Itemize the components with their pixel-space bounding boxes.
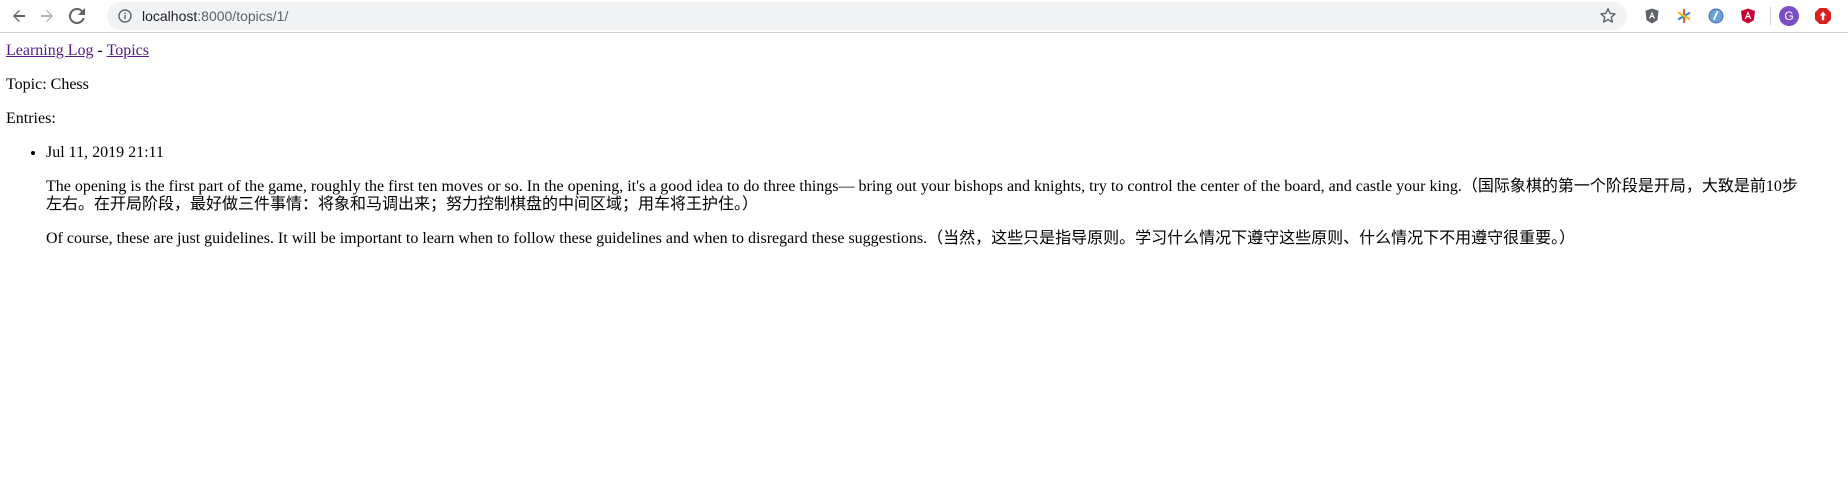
star-icon[interactable] bbox=[1599, 7, 1617, 25]
asterisk-extension-icon bbox=[1677, 9, 1691, 23]
topics-link[interactable]: Topics bbox=[107, 42, 149, 59]
angular-extension-button[interactable] bbox=[1736, 4, 1760, 28]
asterisk-extension-button[interactable] bbox=[1672, 4, 1696, 28]
profile-avatar[interactable]: G bbox=[1779, 6, 1799, 26]
url-path: :8000/topics/1/ bbox=[197, 8, 289, 24]
url-text[interactable]: localhost:8000/topics/1/ bbox=[142, 8, 288, 24]
list-item: Jul 11, 2019 21:11 The opening is the fi… bbox=[46, 144, 1842, 248]
entry-paragraph: The opening is the first part of the gam… bbox=[46, 178, 1798, 213]
breadcrumb-separator: - bbox=[93, 42, 107, 59]
extensions-area: G bbox=[1640, 4, 1843, 28]
globe-extension-button[interactable] bbox=[1704, 4, 1728, 28]
entry-date: Jul 11, 2019 21:11 bbox=[46, 144, 164, 161]
browser-toolbar: localhost:8000/topics/1/ G bbox=[0, 0, 1848, 33]
adblock-extension-icon bbox=[1815, 8, 1831, 24]
reload-button[interactable] bbox=[63, 2, 91, 30]
globe-extension-icon bbox=[1708, 8, 1724, 24]
forward-arrow-icon bbox=[41, 10, 53, 22]
adblock-extension-button[interactable] bbox=[1811, 4, 1835, 28]
learning-log-link[interactable]: Learning Log bbox=[6, 42, 94, 59]
angular-extension-icon bbox=[1741, 8, 1755, 24]
forward-button[interactable] bbox=[33, 2, 61, 30]
url-host: localhost bbox=[142, 8, 198, 24]
shield-extension-button[interactable] bbox=[1640, 4, 1664, 28]
toolbar-divider bbox=[1770, 7, 1771, 25]
back-button[interactable] bbox=[5, 2, 33, 30]
info-icon[interactable] bbox=[117, 8, 133, 24]
address-bar[interactable]: localhost:8000/topics/1/ bbox=[107, 2, 1627, 30]
reload-icon bbox=[69, 8, 85, 24]
back-arrow-icon bbox=[13, 10, 25, 22]
topic-heading: Topic: Chess bbox=[6, 76, 89, 93]
shield-extension-icon bbox=[1645, 8, 1659, 24]
breadcrumb: Learning Log - Topics bbox=[6, 42, 1842, 60]
page-content: Learning Log - Topics Topic: Chess Entri… bbox=[0, 34, 1848, 502]
entries-list: Jul 11, 2019 21:11 The opening is the fi… bbox=[6, 144, 1842, 248]
entries-label: Entries: bbox=[6, 110, 56, 127]
entry-paragraph: Of course, these are just guidelines. It… bbox=[46, 230, 1576, 247]
